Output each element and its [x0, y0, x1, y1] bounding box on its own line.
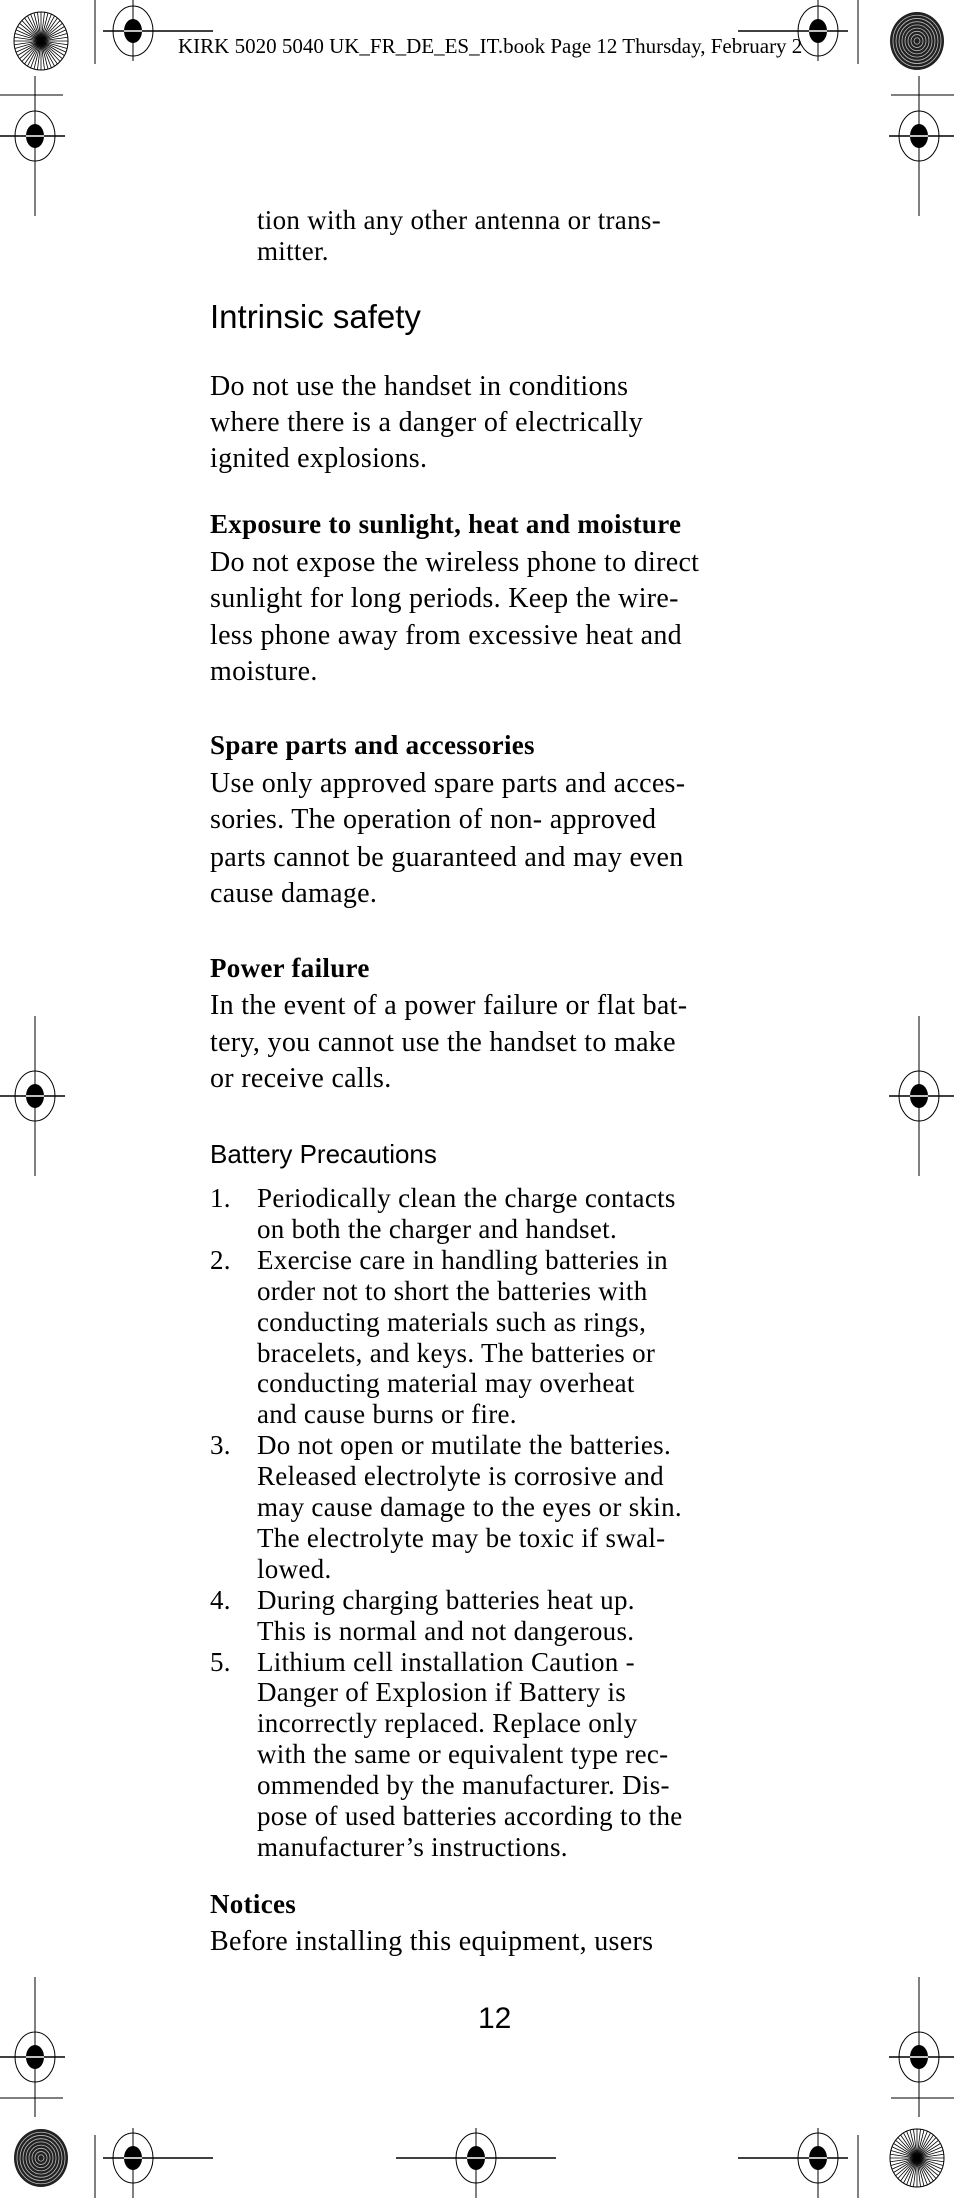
concentric-target-icon [14, 2129, 68, 2187]
concentric-target-icon [890, 12, 944, 70]
printer-registration-marks [0, 0, 954, 2198]
